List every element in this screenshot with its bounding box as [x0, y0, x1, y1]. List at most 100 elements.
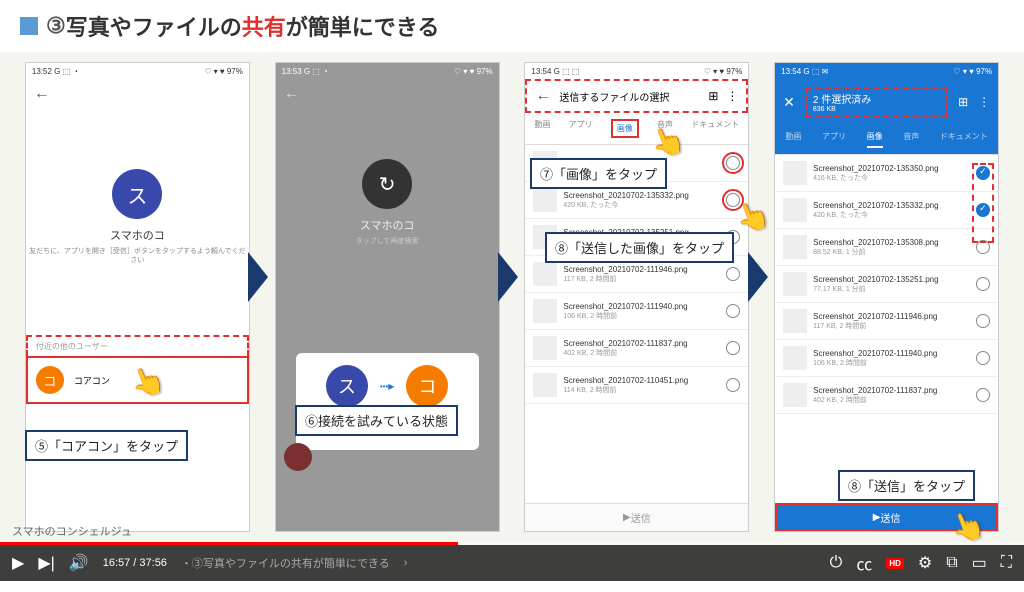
file-radio[interactable]	[976, 277, 990, 291]
file-name: Screenshot_20210702-111837.png	[813, 386, 970, 395]
title-number: ③	[46, 13, 66, 39]
next-icon[interactable]: ▶|	[38, 553, 54, 573]
file-radio[interactable]	[976, 314, 990, 328]
file-meta: 420 KB, たった今	[813, 210, 970, 220]
file-list: Screenshot_20210702-135350.png416 KB, たっ…	[775, 155, 998, 414]
file-row[interactable]: Screenshot_20210702-111946.png117 KB, 2 …	[775, 303, 998, 340]
tab-doc[interactable]: ドキュメント	[940, 131, 988, 148]
file-thumb	[783, 198, 807, 222]
file-meta: 114 KB, 2 時間前	[563, 385, 720, 395]
connect-avatars: ス •••▶ コ	[308, 365, 467, 407]
title-bullet-icon	[20, 17, 38, 35]
file-name: Screenshot_20210702-135251.png	[813, 275, 970, 284]
file-thumb	[533, 262, 557, 286]
file-radio[interactable]	[976, 351, 990, 365]
tab-doc[interactable]: ドキュメント	[691, 119, 739, 138]
user-name: コアコン	[74, 374, 110, 387]
phone1-body: ス スマホのコ 友だちに、アプリを開き［受信］ボタンをタップするよう頼んでくださ…	[26, 109, 249, 265]
phone-3: 13:54 G ⬚ ⬚ ♡ ▾ ♥ 97% ← 送信するファイルの選択 ⊞ ⋮ …	[524, 62, 749, 532]
grid-icon[interactable]: ⊞	[958, 95, 968, 109]
file-row[interactable]: Screenshot_20210702-135308.png88.52 KB, …	[775, 229, 998, 266]
dimmed-user	[284, 443, 312, 471]
fullscreen-icon[interactable]: ⛶	[1001, 554, 1012, 572]
header-title: 送信するファイルの選択	[559, 89, 700, 104]
file-thumb	[783, 161, 807, 185]
watermark: スマホのコンシェルジュ	[12, 523, 132, 539]
file-row[interactable]: Screenshot_20210702-111837.png402 KB, 2 …	[775, 377, 998, 414]
file-radio[interactable]	[726, 378, 740, 392]
dots-icon: •••▶	[380, 382, 395, 391]
status-bar: 13:53 G ⬚ ・ ♡ ▾ ♥ 97%	[276, 63, 499, 79]
selection-info: 2 件選択済み 836 KB	[805, 87, 948, 117]
more-icon[interactable]: ⋮	[978, 95, 990, 109]
hd-badge[interactable]: HD	[886, 558, 904, 569]
selection-count: 2 件選択済み	[813, 91, 940, 106]
file-name: Screenshot_20210702-135308.png	[813, 238, 970, 247]
file-name: Screenshot_20210702-111837.png	[563, 339, 720, 348]
tab-image[interactable]: 画像	[611, 119, 639, 138]
file-row[interactable]: Screenshot_20210702-111940.png106 KB, 2 …	[525, 293, 748, 330]
file-meta: 420 KB, たった今	[563, 200, 720, 210]
settings-icon[interactable]: ⚙	[918, 553, 932, 573]
theater-icon[interactable]: ▭	[972, 553, 987, 573]
file-row[interactable]: Screenshot_20210702-135350.png416 KB, たっ…	[775, 155, 998, 192]
phone2-body: ↻ スマホのコ タップして再度検索	[276, 109, 499, 246]
tab-app[interactable]: アプリ	[822, 131, 846, 148]
send-label: 送信	[631, 510, 651, 525]
chevron-right-icon[interactable]: ›	[404, 557, 408, 569]
file-meta: 402 KB, 2 時間前	[563, 348, 720, 358]
callout-8b: ⑧「送信」をタップ	[838, 470, 975, 501]
file-row[interactable]: Screenshot_20210702-110451.png114 KB, 2 …	[525, 367, 748, 404]
back-icon[interactable]: ←	[34, 85, 50, 103]
selection-header: ✕ 2 件選択済み 836 KB ⊞ ⋮	[775, 79, 998, 125]
tab-app[interactable]: アプリ	[569, 119, 593, 138]
callout-6: ⑥接続を試みている状態	[295, 405, 458, 436]
file-row[interactable]: Screenshot_20210702-111837.png402 KB, 2 …	[525, 330, 748, 367]
arrow-icon	[498, 252, 518, 302]
file-row[interactable]: Screenshot_20210702-111940.png106 KB, 2 …	[775, 340, 998, 377]
file-tabs: 動画 アプリ 画像 音声 ドキュメント	[775, 125, 998, 155]
back-icon[interactable]: ←	[284, 85, 300, 103]
slide-title: ③ 写真やファイルの 共有 が簡単にできる	[0, 0, 1024, 52]
play-icon[interactable]: ▶	[12, 553, 24, 573]
status-icons-left: G ⬚ ✉	[803, 67, 828, 76]
miniplayer-icon[interactable]: ⧉	[946, 554, 957, 572]
file-radio[interactable]	[726, 304, 740, 318]
send-button[interactable]: ▶ 送信	[525, 503, 748, 531]
volume-icon[interactable]: 🔊	[69, 553, 89, 573]
selection-size: 836 KB	[813, 106, 940, 113]
status-time: 13:53	[282, 67, 302, 76]
file-radio[interactable]	[726, 341, 740, 355]
self-desc: 友だちに、アプリを開き［受信］ボタンをタップするよう頼んでください	[26, 247, 249, 265]
tab-video[interactable]: 動画	[785, 131, 801, 148]
file-row[interactable]: Screenshot_20210702-135251.png77.17 KB, …	[775, 266, 998, 303]
file-radio[interactable]	[726, 267, 740, 281]
more-icon[interactable]: ⋮	[726, 89, 738, 103]
file-name: Screenshot_20210702-111946.png	[813, 312, 970, 321]
file-meta: 402 KB, 2 時間前	[813, 395, 970, 405]
status-time: 13:54	[531, 67, 551, 76]
file-thumb	[533, 373, 557, 397]
title-highlight: 共有	[242, 10, 286, 42]
back-icon[interactable]: ←	[535, 87, 551, 105]
grid-icon[interactable]: ⊞	[708, 89, 718, 103]
tab-audio[interactable]: 音声	[903, 131, 919, 148]
refresh-avatar[interactable]: ↻	[362, 159, 412, 209]
file-radio[interactable]	[726, 156, 740, 170]
file-radio[interactable]	[976, 388, 990, 402]
self-name: スマホのコ	[26, 227, 249, 243]
file-thumb	[783, 346, 807, 370]
close-icon[interactable]: ✕	[783, 94, 795, 111]
tab-image[interactable]: 画像	[867, 131, 883, 148]
autoplay-toggle[interactable]: ⏻	[830, 554, 843, 572]
file-thumb	[533, 299, 557, 323]
send-label: 送信	[880, 510, 900, 525]
phone-1: 13:52 G ⬚ ・ ♡ ▾ ♥ 97% ← ス スマホのコ 友だちに、アプリ…	[25, 62, 250, 532]
file-meta: 117 KB, 2 時間前	[563, 274, 720, 284]
file-row[interactable]: Screenshot_20210702-135332.png420 KB, たっ…	[775, 192, 998, 229]
slide: ③ 写真やファイルの 共有 が簡単にできる 13:52 G ⬚ ・ ♡ ▾ ♥ …	[0, 0, 1024, 581]
captions-icon[interactable]: ㏄	[856, 551, 872, 575]
file-picker-header: ← 送信するファイルの選択 ⊞ ⋮	[525, 79, 748, 113]
tab-video[interactable]: 動画	[534, 119, 550, 138]
status-icons-right: ♡ ▾ ♥ 97%	[704, 67, 743, 76]
